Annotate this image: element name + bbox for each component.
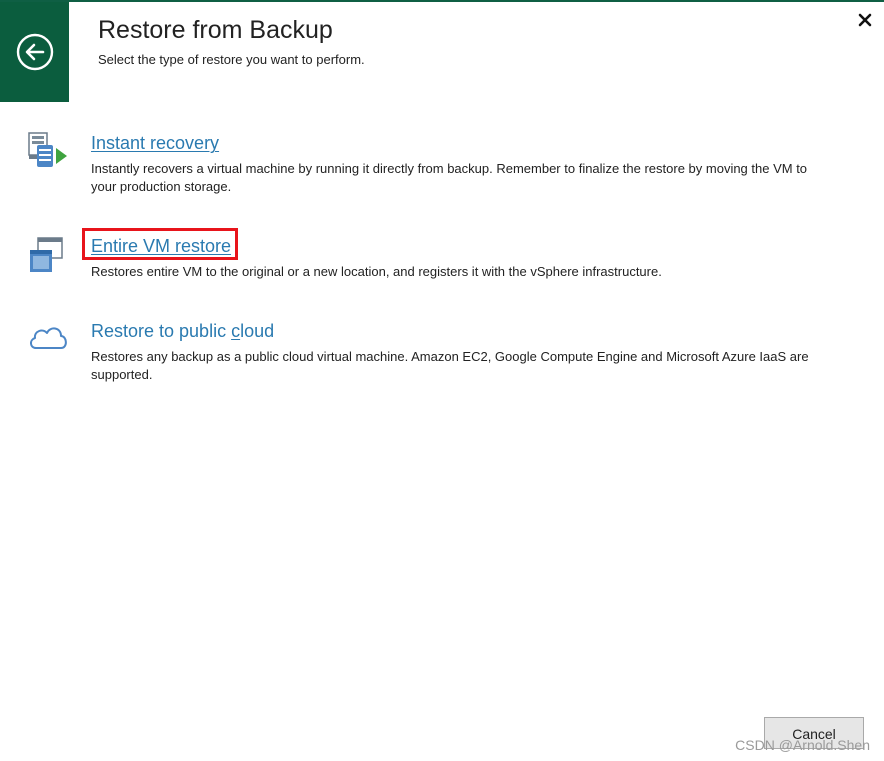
option-desc-entire-vm-restore: Restores entire VM to the original or a … [91, 264, 662, 279]
back-button[interactable] [0, 2, 69, 102]
watermark: CSDN @Arnold.Shen [735, 737, 870, 753]
option-desc-instant-recovery: Instantly recovers a virtual machine by … [91, 161, 808, 194]
option-title-instant-recovery[interactable]: Instant recovery [91, 133, 219, 154]
option-title-text: Restore to public [91, 321, 232, 341]
close-icon [858, 13, 872, 27]
option-title-text-suffix: loud [240, 321, 275, 341]
close-button[interactable] [856, 11, 874, 29]
option-title-accelerator: c [231, 321, 241, 341]
cloud-icon [30, 327, 67, 349]
entire-vm-restore-icon [30, 237, 63, 272]
option-title-entire-vm-restore[interactable]: Entire VM restore [91, 236, 231, 257]
instant-recovery-icon [28, 132, 67, 167]
restore-from-backup-dialog: Restore from Backup Select the type of r… [0, 0, 884, 761]
arrow-left-circle-icon [16, 33, 53, 71]
option-title-restore-to-public-cloud[interactable]: Restore to public cloud [91, 321, 274, 342]
dialog-subtitle: Select the type of restore you want to p… [98, 52, 365, 67]
option-desc-restore-to-public-cloud: Restores any backup as a public cloud vi… [91, 349, 809, 382]
dialog-title: Restore from Backup [98, 16, 333, 44]
